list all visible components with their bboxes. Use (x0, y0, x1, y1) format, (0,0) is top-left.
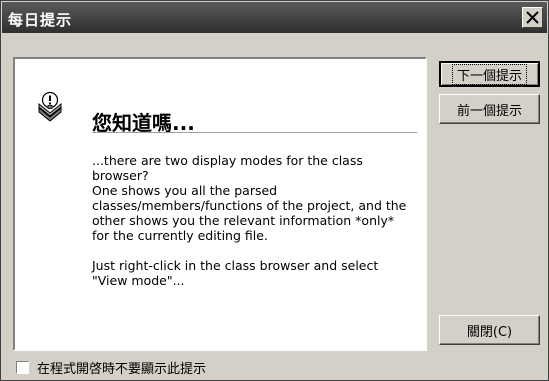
next-tip-button[interactable]: 下一個提示 (439, 61, 540, 87)
close-window-button[interactable] (522, 7, 543, 28)
tip-of-the-day-dialog: 每日提示 您知道嗎... ...there are two display mo… (0, 0, 549, 381)
heading-divider (92, 132, 417, 133)
lightbulb-icon (38, 91, 62, 122)
dont-show-option[interactable]: 在程式開啓時不要顯示此提示 (16, 358, 207, 377)
next-tip-label: 下一個提示 (451, 63, 527, 85)
close-button[interactable]: 關閉(C) (439, 315, 540, 345)
close-button-label: 關閉(C) (466, 324, 513, 340)
window-title: 每日提示 (8, 11, 73, 29)
previous-tip-button[interactable]: 前一個提示 (439, 94, 540, 124)
dont-show-label: 在程式開啓時不要顯示此提示 (37, 361, 207, 377)
close-icon (526, 11, 539, 24)
tip-text: ...there are two display modes for the c… (92, 153, 407, 288)
title-bar[interactable]: 每日提示 (2, 2, 547, 33)
previous-tip-label: 前一個提示 (456, 103, 522, 119)
dont-show-checkbox[interactable] (16, 360, 29, 374)
